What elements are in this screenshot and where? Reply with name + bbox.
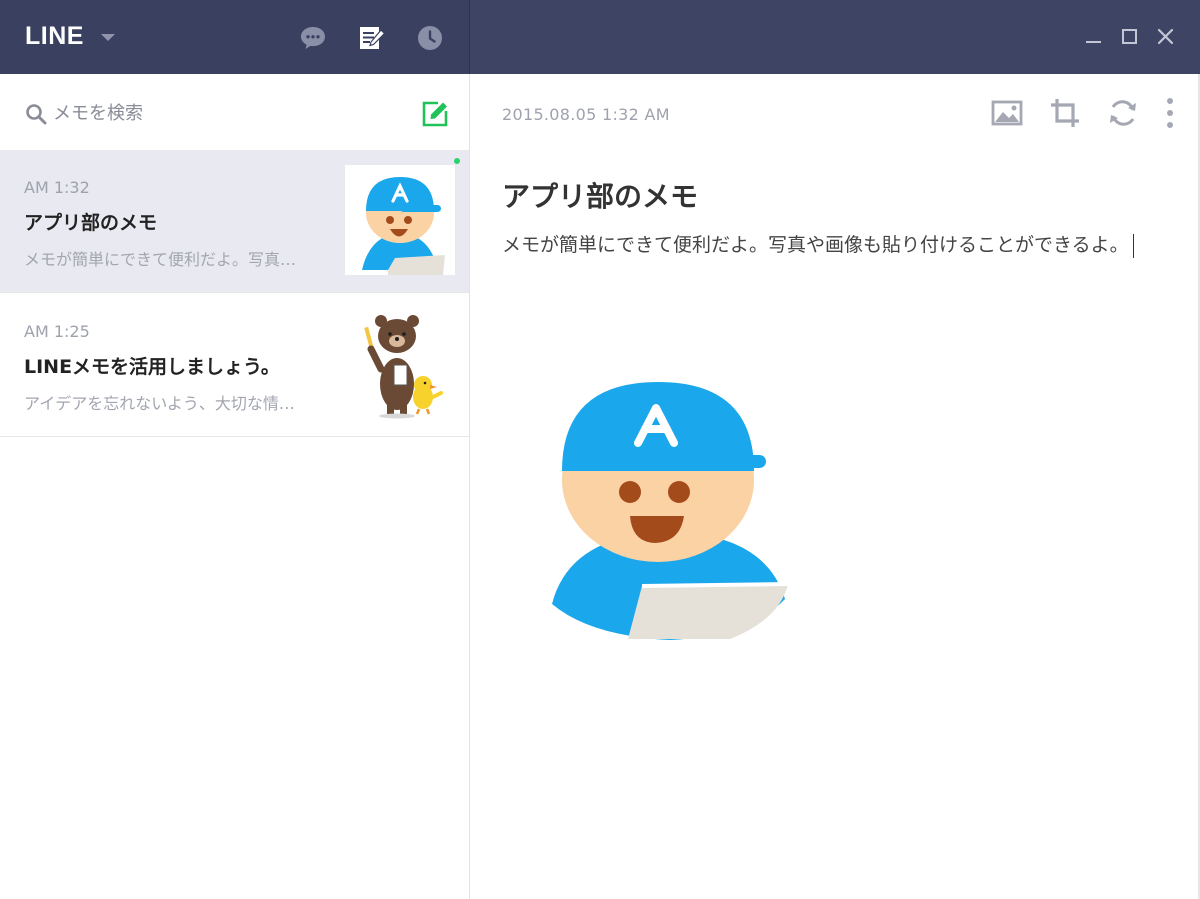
unread-indicator (454, 158, 460, 164)
memo-title: LINEメモを活用しましょう。 (24, 356, 280, 378)
memo-thumbnail (345, 309, 455, 419)
maximize-icon[interactable] (1119, 26, 1141, 48)
memo-title: アプリ部のメモ (24, 212, 158, 234)
app-logo: LINE (25, 22, 84, 50)
crop-icon[interactable] (1048, 96, 1082, 130)
memo-list-sidebar: AM 1:32 アプリ部のメモ メモが簡単にできて便利だよ。写真… AM 1:2… (0, 74, 470, 899)
title-bar-left: LINE (0, 0, 470, 74)
more-icon[interactable] (1153, 96, 1187, 130)
memo-date: 2015.08.05 1:32 AM (502, 105, 670, 124)
new-memo-button[interactable] (421, 100, 449, 128)
memo-body-field[interactable]: メモが簡単にできて便利だよ。写真や画像も貼り付けることができるよ。 (502, 230, 1134, 258)
memo-preview: アイデアを忘れないよう、大切な情… (24, 394, 295, 413)
divider (0, 436, 469, 437)
app-club-character-thumbnail (345, 165, 455, 275)
minimize-icon[interactable] (1083, 26, 1105, 48)
text-cursor (1132, 233, 1134, 258)
close-icon[interactable] (1155, 26, 1177, 48)
memo-body-text: メモが簡単にできて便利だよ。写真や画像も貼り付けることができるよ。 (502, 234, 1129, 256)
memo-editor: 2015.08.05 1:32 AM アプリ部のメモ メモが簡単にできて便利だよ… (470, 74, 1200, 899)
brown-bear-sticker-thumbnail (345, 309, 455, 419)
app-club-character-image[interactable] (550, 354, 792, 644)
search-icon (26, 104, 47, 125)
memo-list-item[interactable]: AM 1:25 LINEメモを活用しましょう。 アイデアを忘れないよう、大切な情… (0, 294, 469, 437)
chat-icon[interactable] (299, 24, 327, 52)
search-bar (0, 74, 469, 150)
memo-title-field[interactable]: アプリ部のメモ (502, 175, 698, 215)
divider (0, 292, 469, 293)
refresh-icon[interactable] (1106, 96, 1140, 130)
search-input[interactable] (53, 100, 393, 126)
title-bar: LINE (0, 0, 1200, 74)
image-icon[interactable] (990, 96, 1024, 130)
memo-list-item[interactable]: AM 1:32 アプリ部のメモ メモが簡単にできて便利だよ。写真… (0, 150, 469, 293)
memo-thumbnail (345, 165, 455, 275)
memo-icon[interactable] (358, 24, 386, 52)
clock-icon[interactable] (416, 24, 444, 52)
memo-preview: メモが簡単にできて便利だよ。写真… (24, 250, 297, 269)
memo-time: AM 1:32 (24, 178, 90, 197)
memo-time: AM 1:25 (24, 322, 90, 341)
app-menu-chevron-down-icon[interactable] (101, 34, 115, 41)
